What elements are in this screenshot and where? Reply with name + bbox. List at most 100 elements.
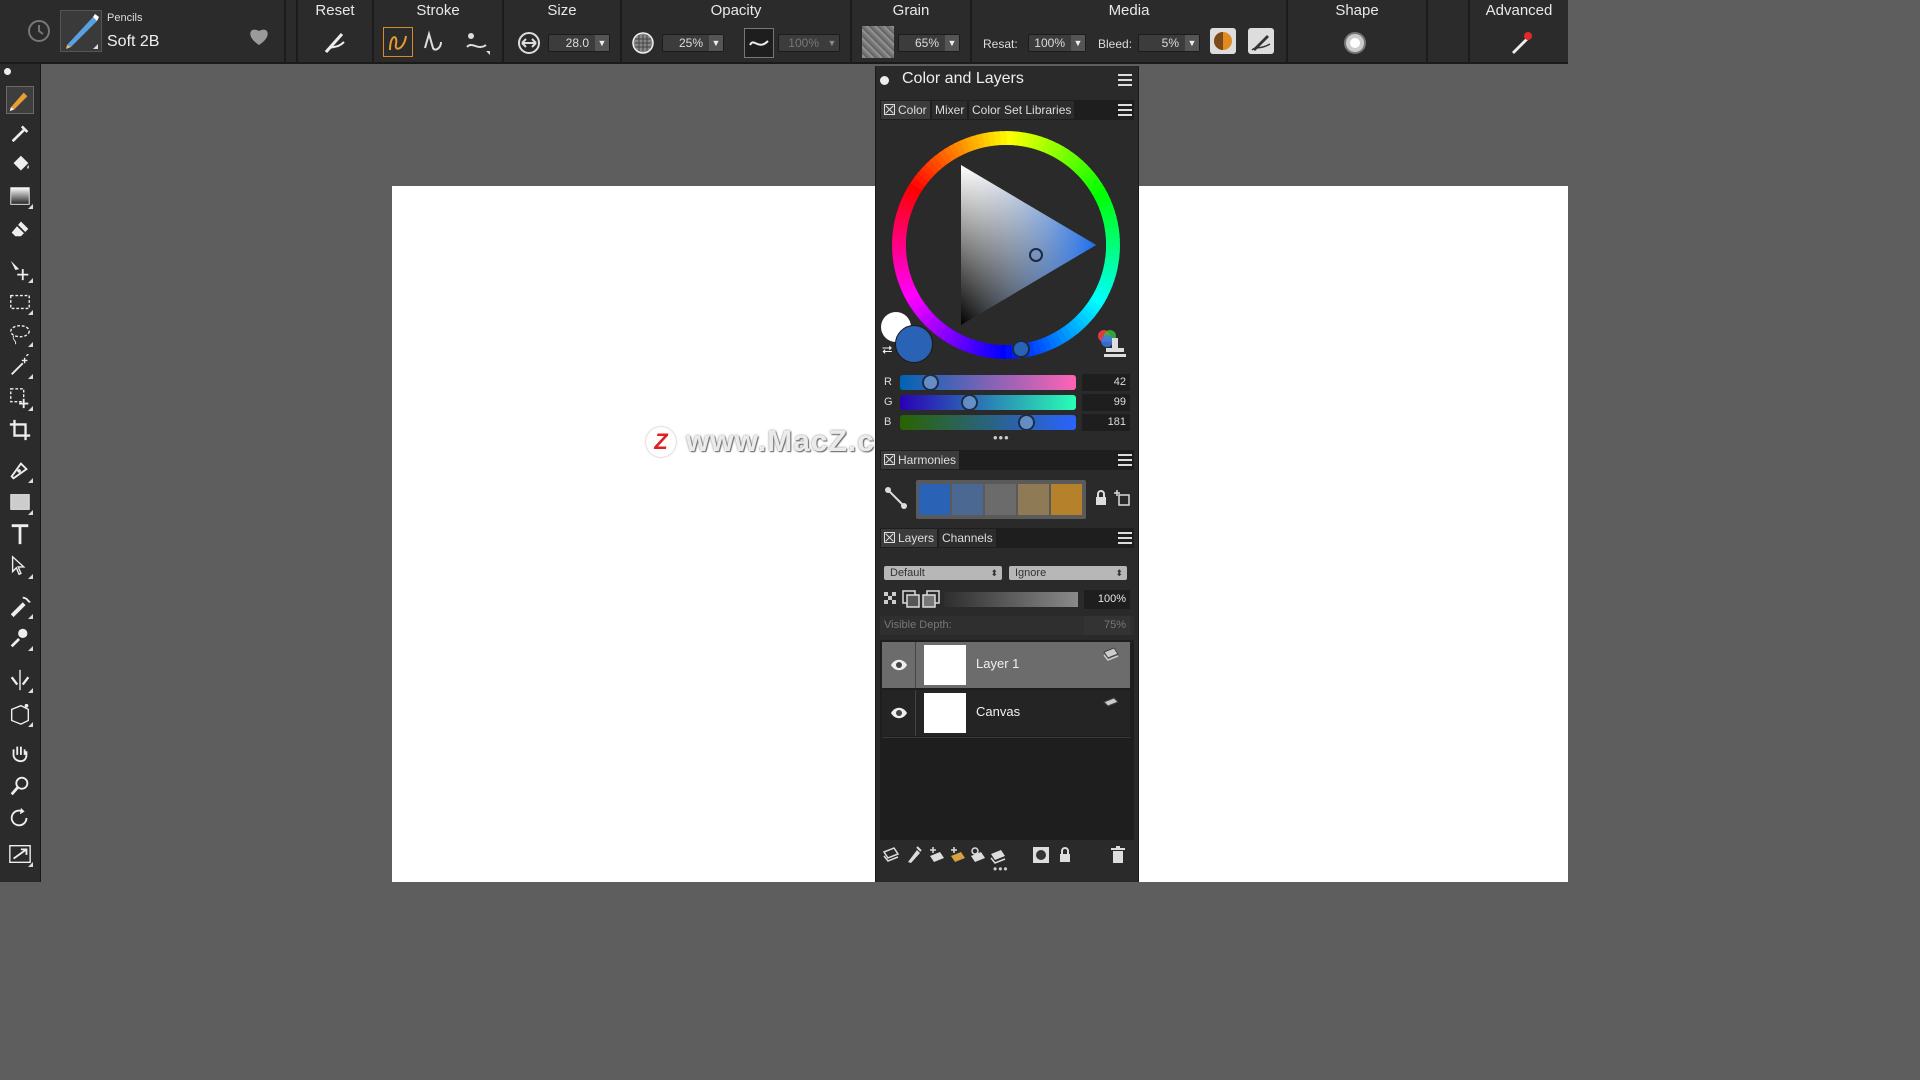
rectangle-shape-tool[interactable] xyxy=(6,488,34,516)
tab-harmonies[interactable]: Harmonies xyxy=(881,451,960,469)
reset-brush-button[interactable] xyxy=(320,28,350,58)
tab-color[interactable]: Color xyxy=(881,101,930,119)
dropper-tool[interactable] xyxy=(6,118,34,146)
layer-commands-icon[interactable] xyxy=(882,846,900,864)
bleed-dropdown-arrow[interactable]: ▼ xyxy=(1185,35,1199,51)
red-slider[interactable]: R 42 xyxy=(880,374,1134,392)
dynamic-plugins-icon[interactable] xyxy=(905,846,923,864)
advanced-brush-controls-icon[interactable] xyxy=(1506,28,1536,58)
close-icon[interactable] xyxy=(884,532,895,543)
text-tool[interactable] xyxy=(6,520,34,548)
blue-track[interactable] xyxy=(900,415,1076,430)
fit-screen-tool[interactable] xyxy=(6,840,34,868)
panel-header[interactable]: Color and Layers xyxy=(876,66,1138,94)
blender-tool[interactable] xyxy=(6,592,34,620)
tab-color-set-libraries[interactable]: Color Set Libraries xyxy=(969,101,1075,119)
harmony-swatch[interactable] xyxy=(1051,484,1082,515)
more-options-icon[interactable]: ••• xyxy=(993,430,1010,445)
green-slider[interactable]: G 99 xyxy=(880,394,1134,412)
color-menu-icon[interactable] xyxy=(1118,104,1132,116)
magnifier-tool[interactable] xyxy=(6,772,34,800)
composite-depth-select[interactable]: Ignore ⬍ xyxy=(1009,566,1127,580)
panel-close-dot[interactable] xyxy=(880,76,889,85)
cloner-tool[interactable] xyxy=(6,624,34,652)
layer-row-layer-1[interactable]: Layer 1 xyxy=(882,642,1130,688)
crop-tool[interactable] xyxy=(6,416,34,444)
color-variability-stamp-icon[interactable] xyxy=(1096,328,1126,363)
pen-tool[interactable] xyxy=(6,456,34,484)
delete-layer-icon[interactable] xyxy=(1109,846,1127,864)
opacity-dropdown-arrow[interactable]: ▼ xyxy=(709,35,723,51)
size-field[interactable]: 28.0 ▼ xyxy=(548,34,610,52)
close-icon[interactable] xyxy=(884,104,895,115)
paper-texture-icon[interactable] xyxy=(862,26,894,58)
tab-channels[interactable]: Channels xyxy=(939,529,996,547)
selection-adjuster-tool[interactable] xyxy=(6,552,34,580)
rectangular-selection-tool[interactable] xyxy=(6,288,34,316)
layers-menu-icon[interactable] xyxy=(1118,532,1132,544)
red-value[interactable]: 42 xyxy=(1082,374,1130,391)
grabber-tool[interactable] xyxy=(6,740,34,768)
new-watercolor-layer-icon[interactable] xyxy=(949,846,967,864)
transform-tool[interactable] xyxy=(6,384,34,412)
stroke-stabilizer-icon[interactable] xyxy=(462,27,492,57)
bleed-field[interactable]: 5% ▼ xyxy=(1138,34,1200,52)
add-color-set-icon[interactable] xyxy=(1114,490,1130,511)
lock-layer-bottom-icon[interactable] xyxy=(1056,846,1074,864)
harmonies-menu-icon[interactable] xyxy=(1118,454,1132,466)
heart-icon[interactable] xyxy=(244,21,274,51)
tab-mixer[interactable]: Mixer xyxy=(932,101,968,119)
eraser-tool[interactable] xyxy=(6,214,34,242)
opacity-grid-icon[interactable] xyxy=(628,28,658,58)
layer-opacity-slider[interactable] xyxy=(944,592,1078,607)
blue-slider-knob[interactable] xyxy=(1017,414,1035,431)
color-variability-icon[interactable] xyxy=(1210,28,1236,54)
size-dropdown-arrow[interactable]: ▼ xyxy=(595,35,609,51)
green-value[interactable]: 99 xyxy=(1082,394,1130,411)
gradient-tool[interactable] xyxy=(6,182,34,210)
panel-menu-icon[interactable] xyxy=(1118,74,1132,86)
paint-bucket-tool[interactable] xyxy=(6,150,34,178)
harmony-swatch[interactable] xyxy=(952,484,983,515)
harmony-swatch[interactable] xyxy=(1018,484,1049,515)
harmony-swatch[interactable] xyxy=(919,484,950,515)
lock-layer-icon[interactable] xyxy=(922,590,940,613)
resat-dropdown-arrow[interactable]: ▼ xyxy=(1071,35,1085,51)
composite-method-select[interactable]: Default ⬍ xyxy=(884,566,1002,580)
swap-colors-icon[interactable]: ⮂ xyxy=(882,342,892,358)
new-liquid-ink-layer-icon[interactable] xyxy=(969,846,987,864)
grain-dropdown-arrow[interactable]: ▼ xyxy=(945,35,959,51)
brush-tool[interactable] xyxy=(6,86,34,114)
harmony-rule-icon[interactable] xyxy=(884,486,908,515)
more-options-icon[interactable]: ••• xyxy=(993,862,1009,876)
visibility-eye-icon[interactable] xyxy=(882,690,916,736)
main-color-swatch[interactable] xyxy=(895,325,933,363)
red-slider-knob[interactable] xyxy=(922,374,940,391)
close-icon[interactable] xyxy=(884,454,895,465)
opacity-expression-icon[interactable] xyxy=(744,28,774,58)
freehand-stroke-icon[interactable] xyxy=(383,27,413,57)
visibility-eye-icon[interactable] xyxy=(882,642,916,688)
layer-opacity-value[interactable]: 100% xyxy=(1084,590,1130,609)
tab-layers[interactable]: Layers xyxy=(881,529,938,547)
lasso-tool[interactable] xyxy=(6,320,34,348)
hue-picker-knob[interactable] xyxy=(1012,340,1030,358)
resat-field[interactable]: 100% ▼ xyxy=(1028,34,1086,52)
dab-shape-icon[interactable] xyxy=(1340,28,1370,58)
grain-field[interactable]: 65% ▼ xyxy=(898,34,960,52)
toolbox-grip[interactable] xyxy=(4,68,11,75)
lock-icon[interactable] xyxy=(1094,490,1108,511)
layer-row-canvas[interactable]: Canvas xyxy=(882,690,1130,736)
history-icon[interactable] xyxy=(24,16,54,46)
straight-line-stroke-icon[interactable] xyxy=(418,27,448,57)
dab-type-icon[interactable] xyxy=(1248,28,1274,54)
green-track[interactable] xyxy=(900,395,1076,410)
rotate-page-tool[interactable] xyxy=(6,804,34,832)
new-layer-icon[interactable] xyxy=(928,846,946,864)
brush-selector[interactable]: Pencils Soft 2B xyxy=(0,0,284,64)
magic-wand-tool[interactable] xyxy=(6,352,34,380)
harmony-swatch[interactable] xyxy=(985,484,1016,515)
preserve-transparency-icon[interactable] xyxy=(882,590,900,613)
create-layer-mask-icon[interactable] xyxy=(1032,846,1050,864)
pick-up-underlying-color-icon[interactable] xyxy=(902,590,920,613)
